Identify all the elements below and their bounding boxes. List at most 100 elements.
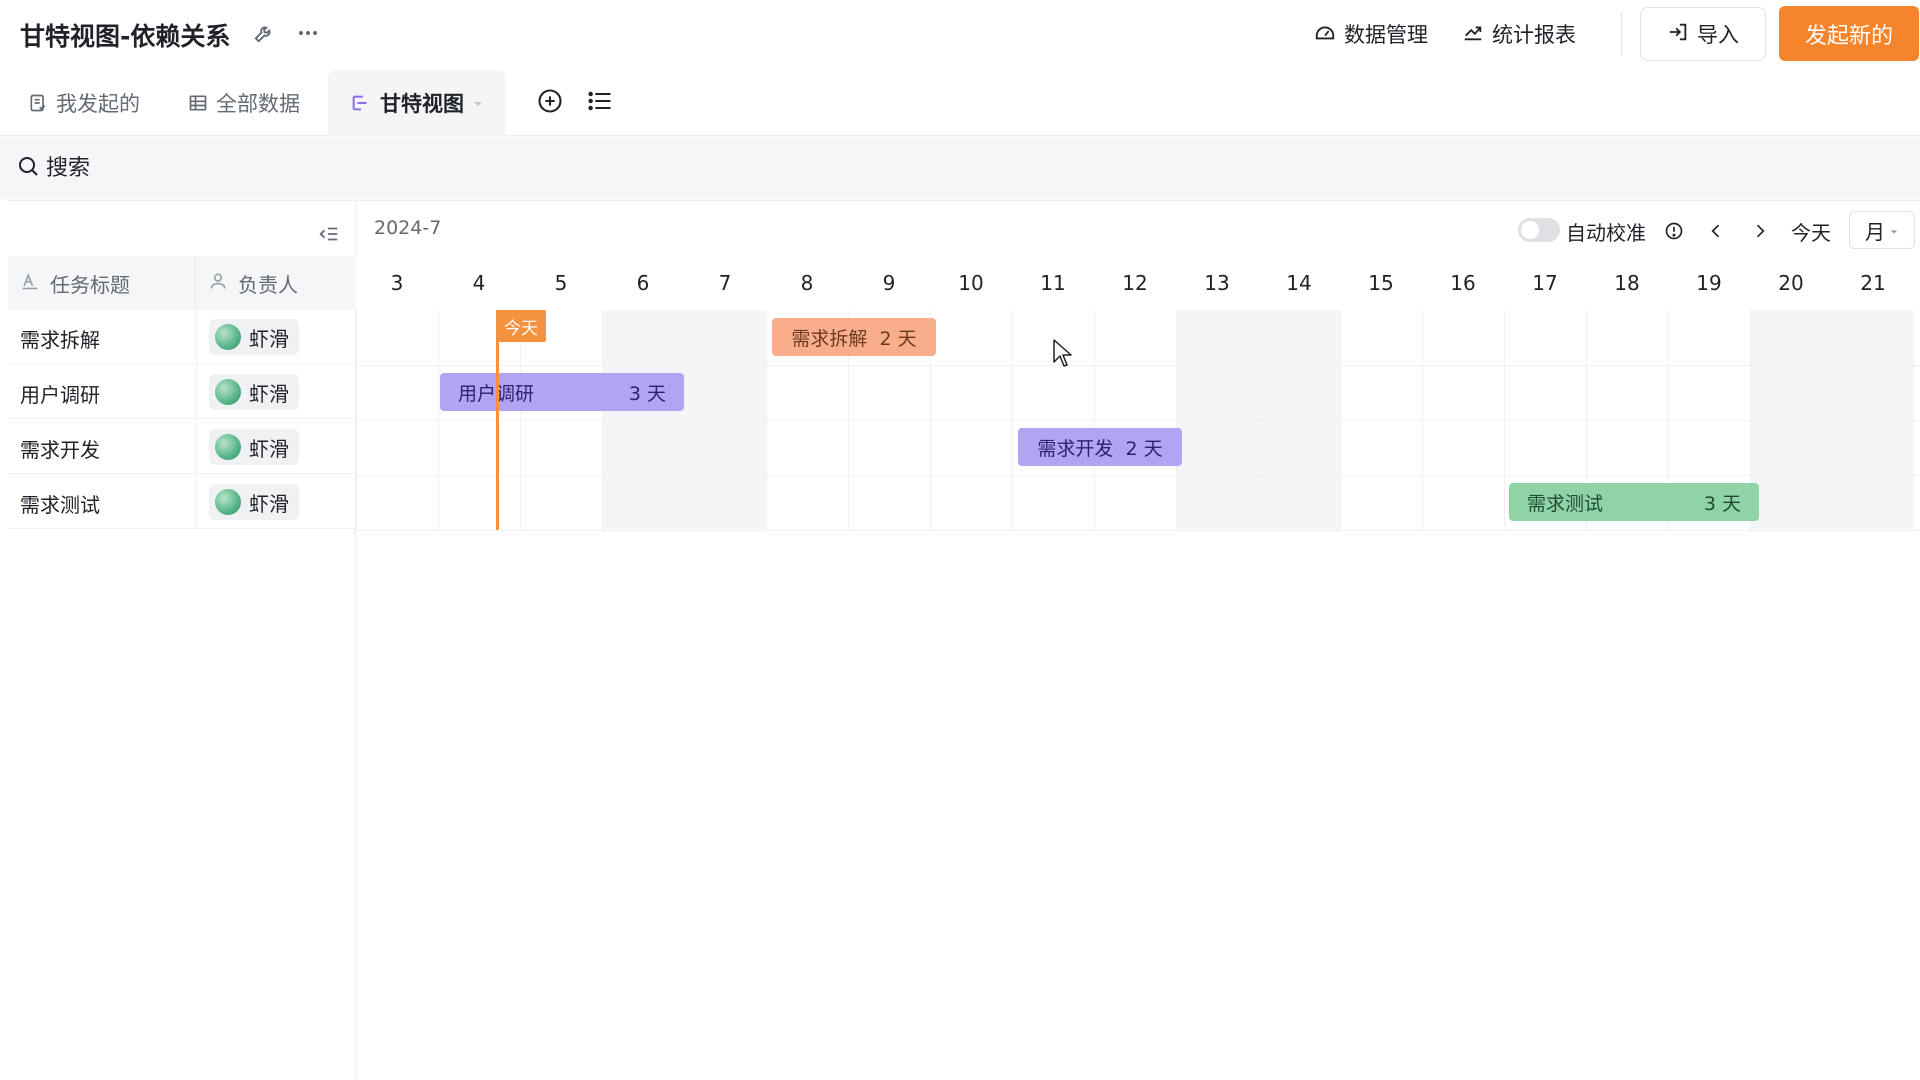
assignee-chip[interactable]: 虾滑 <box>209 429 299 465</box>
header: 甘特视图-依赖关系 数据管理 统计报表 导入 发起新的 <box>0 0 1920 68</box>
day-label: 6 <box>636 271 650 295</box>
tab-my-initiated[interactable]: 我发起的 <box>28 70 140 136</box>
timeline-pane: 2024-7 自动校准 今天 月 3 4 5 6 7 8 9 10 11 12 … <box>356 201 1920 1080</box>
list-icon <box>586 87 614 120</box>
day-label: 10 <box>958 271 984 295</box>
new-button[interactable]: 发起新的 <box>1779 6 1919 61</box>
bar-duration: 3 天 <box>1703 492 1741 515</box>
bar-duration: 2 天 <box>879 327 917 350</box>
data-manage-label: 数据管理 <box>1344 23 1428 47</box>
task-list-pane: 任务标题 负责人 需求拆解 虾滑 用户调研 虾滑 需求开发 虾滑 需求测试 虾滑 <box>8 201 356 1080</box>
row-divider <box>196 365 197 419</box>
month-label: 2024-7 <box>374 217 442 239</box>
info-icon[interactable] <box>1664 213 1684 249</box>
assignee-name: 虾滑 <box>249 436 289 461</box>
column-label: 负责人 <box>238 272 298 297</box>
import-button[interactable]: 导入 <box>1640 7 1766 61</box>
gantt-bar-requirement-dev[interactable]: 需求开发 2 天 <box>1018 428 1182 466</box>
day-label: 8 <box>800 271 814 295</box>
column-header-task-title[interactable]: 任务标题 <box>8 256 196 310</box>
dashboard-icon <box>1314 21 1336 48</box>
chevron-left-icon[interactable] <box>1706 213 1726 249</box>
tab-all-data[interactable]: 全部数据 <box>188 70 300 136</box>
import-icon <box>1667 21 1689 48</box>
view-list-button[interactable] <box>586 70 614 136</box>
task-title: 需求开发 <box>20 438 100 462</box>
import-label: 导入 <box>1697 23 1739 47</box>
search-icon <box>16 154 40 182</box>
day-label: 11 <box>1040 271 1066 295</box>
avatar <box>215 324 241 350</box>
search-input[interactable] <box>46 155 346 181</box>
assignee-chip[interactable]: 虾滑 <box>209 374 299 410</box>
day-label: 4 <box>472 271 486 295</box>
day-label: 19 <box>1696 271 1722 295</box>
day-label: 20 <box>1778 271 1804 295</box>
task-row[interactable]: 需求测试 虾滑 <box>8 475 356 529</box>
row-gridline <box>356 365 1920 366</box>
add-view-button[interactable] <box>536 70 564 136</box>
assignee-name: 虾滑 <box>249 326 289 351</box>
tab-gantt-view[interactable]: 甘特视图 <box>328 70 506 136</box>
day-header-row: 3 4 5 6 7 8 9 10 11 12 13 14 15 16 17 18… <box>356 256 1920 310</box>
stats-report-button[interactable]: 统计报表 <box>1462 16 1576 52</box>
collapse-pane-icon[interactable] <box>314 219 344 249</box>
more-icon[interactable] <box>293 18 323 48</box>
gantt-bar-requirement-test[interactable]: 需求测试 3 天 <box>1509 483 1759 521</box>
task-row[interactable]: 需求开发 虾滑 <box>8 420 356 474</box>
avatar <box>215 489 241 515</box>
gantt-bar-user-research[interactable]: 用户调研 3 天 <box>440 373 684 411</box>
gantt-chart: 任务标题 负责人 需求拆解 虾滑 用户调研 虾滑 需求开发 虾滑 需求测试 虾滑… <box>8 200 1920 1080</box>
today-marker-tag: 今天 <box>496 310 546 342</box>
avatar <box>215 379 241 405</box>
tab-label: 甘特视图 <box>380 92 464 116</box>
assignee-name: 虾滑 <box>249 491 289 516</box>
row-divider <box>196 420 197 474</box>
tab-label: 我发起的 <box>56 92 140 116</box>
trend-icon <box>1462 21 1484 48</box>
today-button[interactable]: 今天 <box>1791 213 1831 249</box>
chevron-right-icon[interactable] <box>1750 213 1770 249</box>
row-divider <box>196 310 197 364</box>
day-label: 5 <box>554 271 568 295</box>
task-title: 需求拆解 <box>20 328 100 352</box>
wrench-icon[interactable] <box>249 18 279 48</box>
view-mode-select[interactable]: 月 <box>1849 211 1915 249</box>
view-tabs: 我发起的 全部数据 甘特视图 <box>0 70 1920 136</box>
plus-circle-icon <box>536 87 564 120</box>
auto-align-toggle[interactable] <box>1518 218 1560 242</box>
data-manage-button[interactable]: 数据管理 <box>1314 16 1428 52</box>
tab-label: 全部数据 <box>216 92 300 116</box>
table-icon <box>188 93 208 113</box>
task-title: 用户调研 <box>20 383 100 407</box>
gantt-icon <box>350 92 372 114</box>
assignee-chip[interactable]: 虾滑 <box>209 319 299 355</box>
column-header-assignee[interactable]: 负责人 <box>196 256 356 310</box>
bar-duration: 2 天 <box>1125 437 1163 460</box>
row-gridline <box>356 530 1920 531</box>
stats-report-label: 统计报表 <box>1492 23 1576 47</box>
app-window: 甘特视图-依赖关系 数据管理 统计报表 导入 发起新的 我发起的 全部数据 甘特… <box>0 0 1920 1080</box>
bar-label: 需求开发 <box>1037 437 1114 460</box>
day-label: 21 <box>1860 271 1886 295</box>
assignee-name: 虾滑 <box>249 381 289 406</box>
day-label: 9 <box>882 271 896 295</box>
assignee-chip[interactable]: 虾滑 <box>209 484 299 520</box>
row-gridline <box>356 475 1920 476</box>
task-row[interactable]: 需求拆解 虾滑 <box>8 310 356 364</box>
row-divider <box>196 475 197 529</box>
auto-align-label: 自动校准 <box>1566 220 1646 245</box>
chevron-down-icon <box>1889 218 1899 242</box>
day-label: 18 <box>1614 271 1640 295</box>
gantt-bar-requirement-breakdown[interactable]: 需求拆解 2 天 <box>772 318 936 356</box>
mouse-cursor-icon <box>1053 339 1072 367</box>
view-mode-value: 月 <box>1865 219 1885 244</box>
row-gridline <box>356 420 1920 421</box>
chevron-down-icon[interactable] <box>472 91 484 115</box>
avatar <box>215 434 241 460</box>
search-bar <box>0 137 1920 199</box>
bar-duration: 3 天 <box>628 382 666 405</box>
today-marker-line <box>496 310 499 530</box>
task-row[interactable]: 用户调研 虾滑 <box>8 365 356 419</box>
page-title: 甘特视图-依赖关系 <box>20 22 231 51</box>
